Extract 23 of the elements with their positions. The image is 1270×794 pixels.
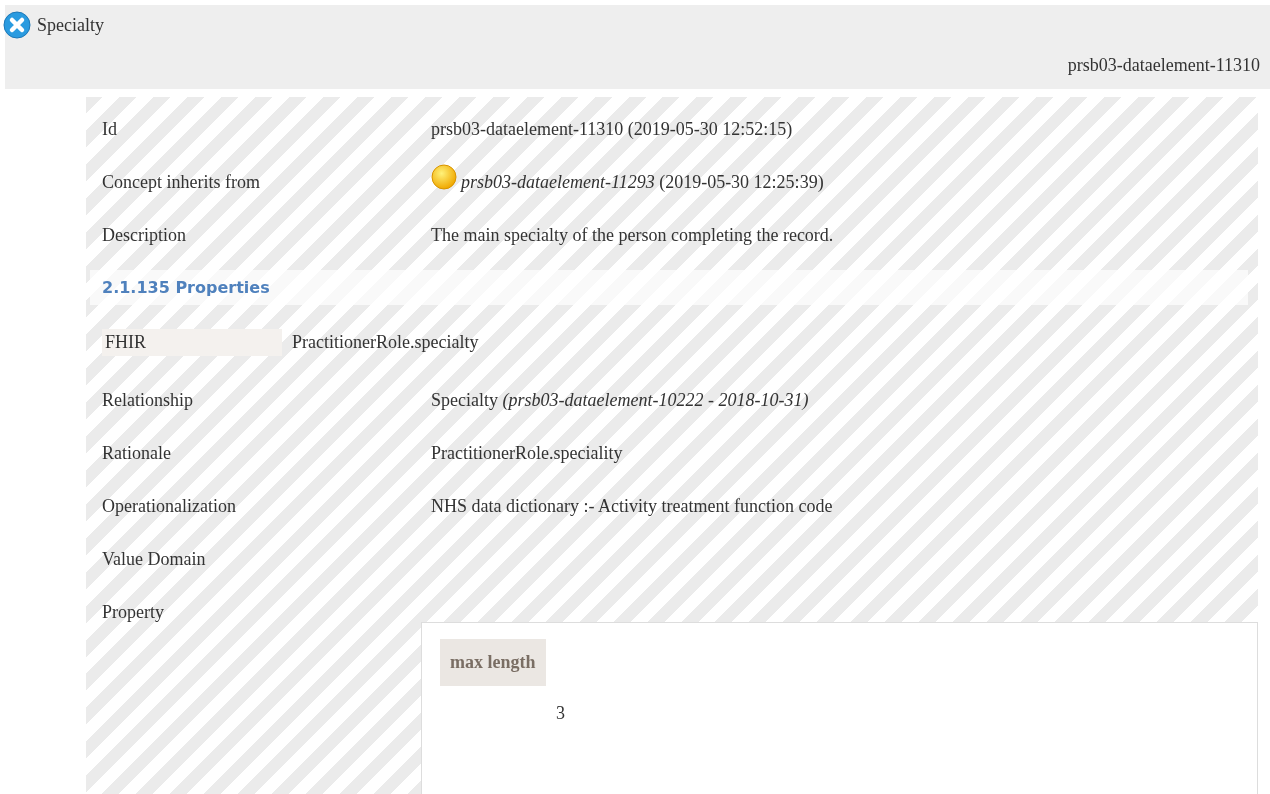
field-label: Operationalization <box>101 495 237 518</box>
field-value: prsb03-dataelement-11293 (2019-05-30 12:25:39) <box>461 171 824 194</box>
section-heading: 2.1.135 Properties <box>102 278 270 297</box>
field-value: Specialty (prsb03-dataelement-10222 - 2018-10-31) <box>431 389 809 412</box>
concept-id: prsb03-dataelement-11310 <box>1067 54 1260 77</box>
mapping-value: PractitionerRole.specialty <box>292 331 479 354</box>
field-value: PractitionerRole.speciality <box>431 442 623 465</box>
close-icon[interactable] <box>3 11 31 39</box>
status-dot-icon <box>431 163 457 190</box>
column-header: max length <box>440 639 546 686</box>
field-label: Rationale <box>101 442 172 465</box>
field-label: Relationship <box>101 389 194 412</box>
field-label: Description <box>101 224 187 247</box>
field-label: Concept inherits from <box>101 171 261 194</box>
mapping-label: FHIR <box>102 329 282 356</box>
field-value: The main specialty of the person completing the record. <box>431 224 834 247</box>
concept-title: Specialty <box>37 13 104 37</box>
field-label: Value Domain <box>101 548 207 571</box>
table-cell-text: 3 <box>555 702 566 725</box>
field-label: Property <box>101 601 165 624</box>
field-value: prsb03-dataelement-11310 (2019-05-30 12:52:15) <box>431 118 793 141</box>
field-value: NHS data dictionary :- Activity treatment function code <box>431 495 833 518</box>
field-label: Id <box>101 118 118 141</box>
